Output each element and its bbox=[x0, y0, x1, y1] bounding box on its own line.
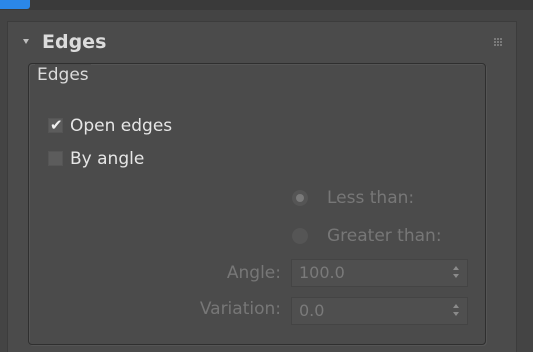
angle-spinner[interactable]: 100.0 bbox=[291, 259, 468, 287]
greater-than-label[interactable]: Greater than: bbox=[327, 225, 442, 247]
edges-group-label: Edges bbox=[35, 64, 91, 86]
by-angle-label[interactable]: By angle bbox=[70, 148, 144, 170]
drag-grip-icon[interactable] bbox=[494, 38, 502, 46]
checkmark-icon: ✔ bbox=[50, 116, 63, 134]
less-than-radio[interactable] bbox=[292, 190, 308, 206]
triangle-down-icon[interactable] bbox=[23, 39, 29, 44]
angle-label: Angle: bbox=[226, 263, 281, 283]
angle-value[interactable]: 100.0 bbox=[299, 262, 345, 284]
spinner-arrows-icon[interactable] bbox=[453, 304, 459, 318]
open-edges-checkbox[interactable]: ✔ bbox=[48, 116, 63, 134]
by-angle-checkbox[interactable] bbox=[48, 151, 63, 166]
greater-than-radio[interactable] bbox=[292, 228, 308, 244]
spinner-arrows-icon[interactable] bbox=[453, 266, 459, 280]
edges-rollout-window: Edges Edges ✔ Open edges By angle Less t… bbox=[0, 0, 533, 352]
rollout-title: Edges bbox=[42, 31, 107, 53]
radio-dot-icon bbox=[296, 194, 304, 202]
variation-label: Variation: bbox=[199, 299, 281, 319]
active-tab-accent bbox=[0, 0, 30, 9]
variation-value[interactable]: 0.0 bbox=[299, 300, 324, 322]
less-than-label[interactable]: Less than: bbox=[327, 187, 414, 209]
open-edges-label[interactable]: Open edges bbox=[70, 115, 172, 137]
top-toolbar-strip bbox=[0, 0, 533, 10]
rollout-header[interactable]: Edges bbox=[8, 22, 516, 62]
variation-spinner[interactable]: 0.0 bbox=[291, 297, 468, 325]
